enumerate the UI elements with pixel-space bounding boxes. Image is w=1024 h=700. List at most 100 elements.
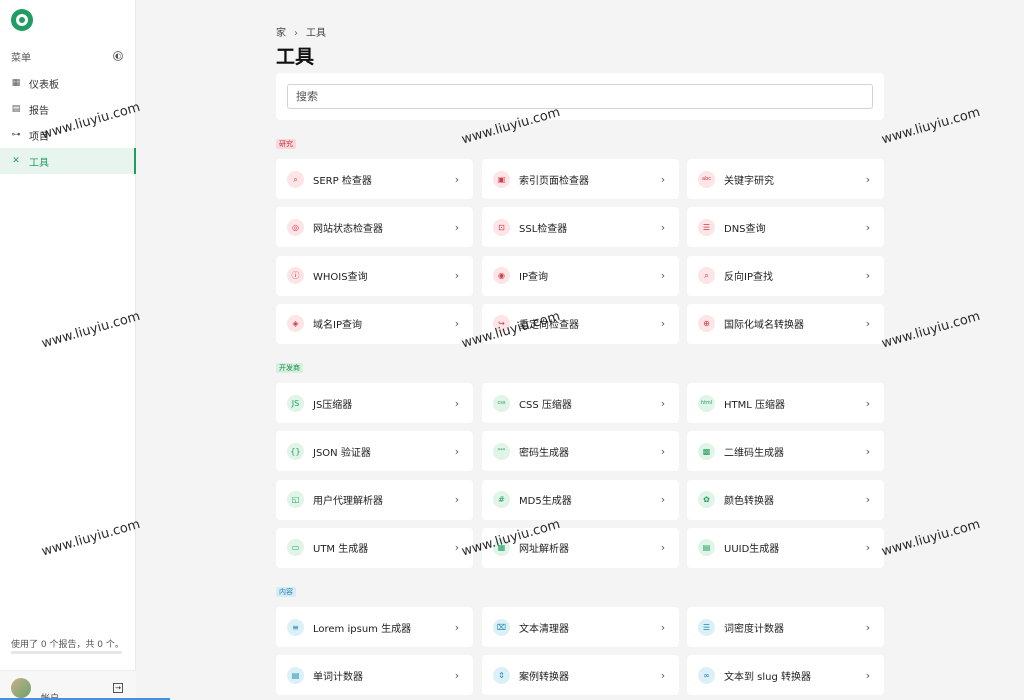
watermark-text: www.liuyiu.com [880, 308, 982, 352]
tool-card[interactable]: ▤ 单词计数器 › [276, 655, 473, 696]
tool-card-label: 密码生成器 [519, 447, 569, 459]
menu-header: 菜单 ◐ [11, 49, 123, 64]
tool-card[interactable]: ▦ 网址解析器 › [482, 527, 679, 568]
chevron-right-icon: › [454, 541, 460, 555]
tool-card-label: 网站状态检查器 [313, 223, 383, 235]
chevron-right-icon: › [865, 317, 871, 331]
chevron-right-icon: › [454, 396, 460, 410]
search-card [276, 73, 884, 120]
account-panel[interactable]: 帐户 → [0, 670, 170, 700]
tool-card-label: 索引页面检查器 [519, 175, 589, 187]
url-parser-icon: ▦ [493, 539, 510, 557]
usage-text: 使用了 0 个报告，共 0 个。 [11, 640, 124, 650]
tool-card[interactable]: ⌧ 文本清理器 › [482, 607, 679, 647]
tool-card-label: JS压缩器 [313, 399, 353, 411]
logout-icon[interactable]: → [113, 683, 123, 693]
chevron-right-icon: › [454, 269, 460, 283]
section-badge: 研究 [276, 139, 296, 149]
tool-card[interactable]: ⊕ 国际化域名转换器 › [687, 303, 884, 344]
globe-icon: ⊕ [698, 315, 715, 333]
sidebar-item-project[interactable]: ⊶ 项目 [0, 122, 136, 148]
chevron-right-icon: › [454, 172, 460, 186]
tool-card-label: SSL检查器 [519, 223, 568, 235]
json-icon: {} [287, 442, 304, 460]
tool-card[interactable]: ∞ 文本到 slug 转换器 › [687, 655, 884, 696]
chevron-right-icon: › [865, 444, 871, 458]
chevron-right-icon: › [660, 620, 666, 634]
tool-card[interactable]: css CSS 压缩器 › [482, 383, 679, 423]
logo-icon[interactable] [11, 9, 33, 31]
chevron-right-icon: › [865, 668, 871, 682]
tool-card[interactable]: # MD5生成器 › [482, 479, 679, 520]
sidebar-item-label: 项目 [29, 131, 49, 143]
tool-card[interactable]: ⌕ SERP 检查器 › [276, 159, 473, 199]
tool-card[interactable]: ▣ 索引页面检查器 › [482, 159, 679, 199]
sidebar: 菜单 ◐ ▦ 仪表板 ▤ 报告 ⊶ 项目 ✕ 工具 使用了 0 个报告，共 0 个。 帐户 → [0, 0, 170, 700]
tool-card[interactable]: ▤ UUID生成器 › [687, 527, 884, 568]
tool-card-label: Lorem ipsum 生成器 [313, 623, 412, 635]
text-cleaner-icon: ⌧ [493, 618, 510, 636]
sidebar-item-label: 工具 [29, 157, 49, 169]
tool-card[interactable]: ✿ 颜色转换器 › [687, 479, 884, 520]
tool-card-label: UTM 生成器 [313, 544, 369, 556]
word-count-icon: ▤ [287, 666, 304, 684]
word-density-icon: ☰ [698, 618, 715, 636]
tool-card[interactable]: ◈ 域名IP查询 › [276, 303, 473, 344]
dns-icon: ☰ [698, 218, 715, 236]
chevron-right-icon: › [865, 172, 871, 186]
section-badge: 开发商 [276, 363, 303, 373]
chevron-right-icon: › [454, 620, 460, 634]
tool-card-label: DNS查询 [724, 223, 766, 235]
tool-card[interactable]: ≡ Lorem ipsum 生成器 › [276, 607, 473, 647]
tool-card[interactable]: ◎ 网站状态检查器 › [276, 207, 473, 248]
hash-icon: # [493, 491, 510, 509]
section-badge: 内容 [276, 587, 296, 597]
tool-card-label: 网址解析器 [519, 544, 569, 556]
chevron-right-icon: › [454, 493, 460, 507]
chevron-right-icon: › [865, 493, 871, 507]
tool-card[interactable]: ↪ 重定向检查器 › [482, 303, 679, 344]
chevron-right-icon: › [660, 269, 666, 283]
sidebar-item-label: 仪表板 [29, 79, 59, 91]
theme-toggle-icon[interactable]: ◐ [113, 51, 123, 61]
tool-card[interactable]: ☰ DNS查询 › [687, 207, 884, 248]
sidebar-item-tools[interactable]: ✕ 工具 [0, 148, 136, 174]
tool-card[interactable]: ▩ 二维码生成器 › [687, 431, 884, 472]
tool-card[interactable]: ◱ 用户代理解析器 › [276, 479, 473, 520]
sidebar-item-report[interactable]: ▤ 报告 [0, 96, 136, 122]
tool-card-label: 颜色转换器 [724, 496, 774, 508]
tool-card[interactable]: *** 密码生成器 › [482, 431, 679, 472]
serp-icon: ⌕ [287, 170, 304, 188]
info-icon: ⓘ [287, 267, 304, 285]
tool-card[interactable]: ◉ IP查询 › [482, 255, 679, 296]
tool-card[interactable]: {} JSON 验证器 › [276, 431, 473, 472]
chevron-right-icon: › [865, 541, 871, 555]
tool-card[interactable]: ▭ UTM 生成器 › [276, 527, 473, 568]
project-icon: ⊶ [11, 130, 21, 140]
breadcrumb-separator: › [294, 28, 298, 39]
tool-card[interactable]: ⌕ 反向IP查找 › [687, 255, 884, 296]
search-input[interactable] [287, 84, 873, 109]
chevron-right-icon: › [454, 444, 460, 458]
tool-card[interactable]: ⇕ 案例转换器 › [482, 655, 679, 696]
website-status-icon: ◎ [287, 218, 304, 236]
tool-card[interactable]: ⊡ SSL检查器 › [482, 207, 679, 248]
utm-icon: ▭ [287, 539, 304, 557]
tool-card[interactable]: JS JS压缩器 › [276, 383, 473, 423]
sidebar-item-grid[interactable]: ▦ 仪表板 [0, 70, 136, 96]
tool-card[interactable]: abc 关键字研究 › [687, 159, 884, 199]
tools-icon: ✕ [12, 156, 20, 166]
watermark-text: www.liuyiu.com [880, 104, 982, 148]
breadcrumb-home[interactable]: 家 [276, 28, 286, 39]
chevron-right-icon: › [660, 541, 666, 555]
chevron-right-icon: › [660, 668, 666, 682]
tool-card[interactable]: ⓘ WHOIS查询 › [276, 255, 473, 296]
avatar[interactable] [11, 678, 31, 698]
tool-card[interactable]: ☰ 词密度计数器 › [687, 607, 884, 647]
password-icon: *** [493, 442, 510, 460]
tool-card[interactable]: html HTML 压缩器 › [687, 383, 884, 423]
grid-icon: ▦ [11, 78, 21, 88]
tool-card-label: HTML 压缩器 [724, 399, 786, 411]
tool-card-label: 文本到 slug 转换器 [724, 671, 812, 683]
case-icon: ⇕ [493, 666, 510, 684]
